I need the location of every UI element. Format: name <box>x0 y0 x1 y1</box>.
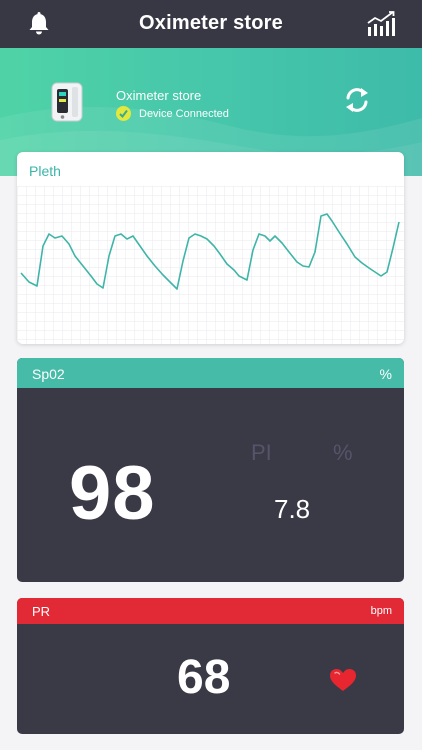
top-bar: Oximeter store <box>0 0 422 48</box>
oximeter-device-image <box>51 82 83 122</box>
pi-label: PI <box>251 440 272 465</box>
pulse-rate-card: PR bpm 68 <box>17 598 404 734</box>
pr-unit: bpm <box>370 605 392 617</box>
heart-icon <box>330 669 356 691</box>
pleth-card: Pleth <box>17 152 404 344</box>
pr-label: PR <box>32 604 51 619</box>
refresh-icon[interactable] <box>342 85 372 115</box>
spo2-header: Sp02 % <box>17 358 404 388</box>
pleth-waveform-graph <box>17 186 404 344</box>
spo2-card: Sp02 % 98 PI % 7.8 <box>17 358 404 582</box>
check-circle-icon <box>116 106 131 121</box>
spo2-value: 98 <box>69 451 156 536</box>
pi-unit: % <box>333 440 353 465</box>
spo2-label: Sp02 <box>32 366 65 382</box>
spo2-unit: % <box>379 366 392 382</box>
device-name: Oximeter store <box>116 88 202 103</box>
connection-status-text: Device Connected <box>139 107 229 120</box>
pleth-label: Pleth <box>29 163 61 179</box>
pr-value: 68 <box>177 651 231 704</box>
connection-status: Device Connected <box>116 106 229 121</box>
stats-chart-icon[interactable] <box>366 10 398 38</box>
pi-value: 7.8 <box>274 494 311 524</box>
app-title: Oximeter store <box>139 12 283 34</box>
pr-header: PR bpm <box>17 598 404 624</box>
